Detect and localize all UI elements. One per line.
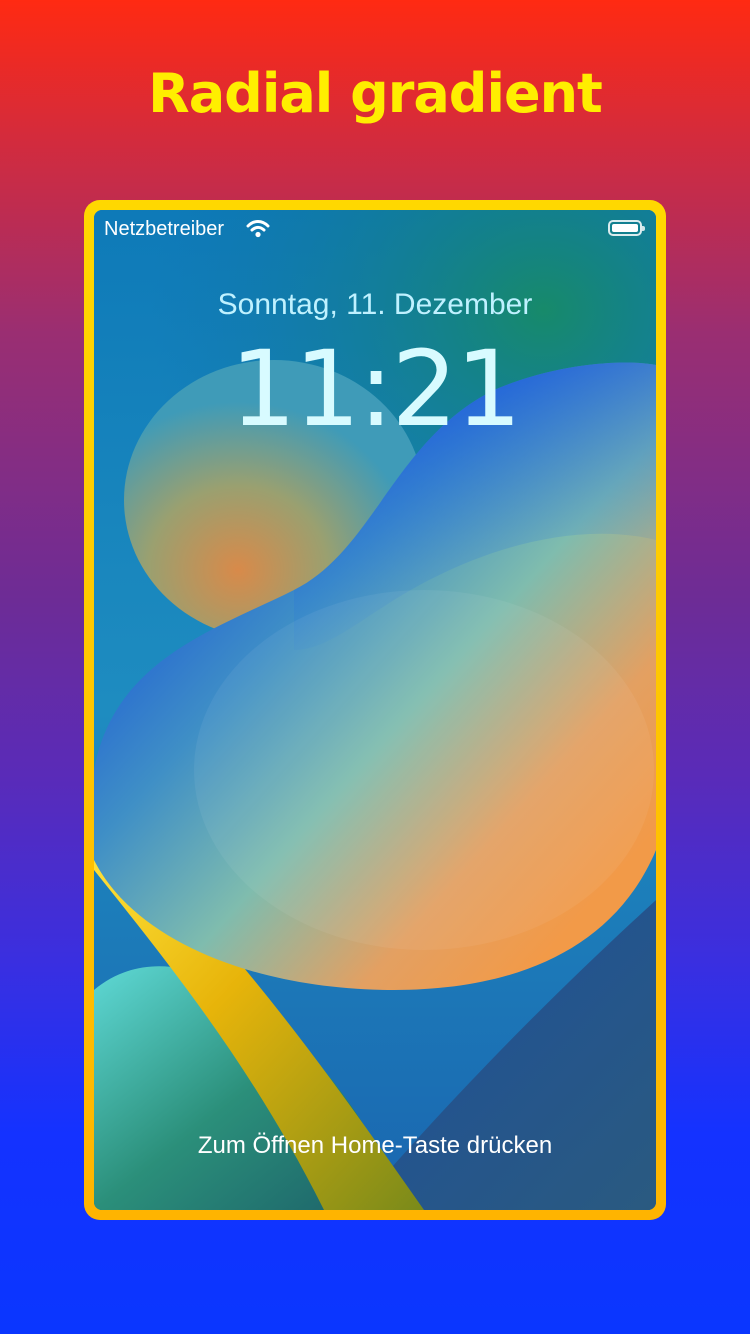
wifi-icon [246,220,270,238]
lock-date: Sonntag, 11. Dezember [217,288,533,321]
lock-time: 11:21 [230,328,522,450]
lock-screen[interactable]: Netzbetreiber Sonntag, 11. Dezember 11:2… [94,210,656,1210]
carrier-label: Netzbetreiber [104,218,225,240]
status-bar: Netzbetreiber [94,210,656,250]
unlock-hint: Zum Öffnen Home-Taste drücken [197,1132,553,1159]
phone-preview-frame: Netzbetreiber Sonntag, 11. Dezember 11:2… [84,200,666,1220]
page-headline: Radial gradient [148,62,603,125]
battery-icon [608,220,645,236]
